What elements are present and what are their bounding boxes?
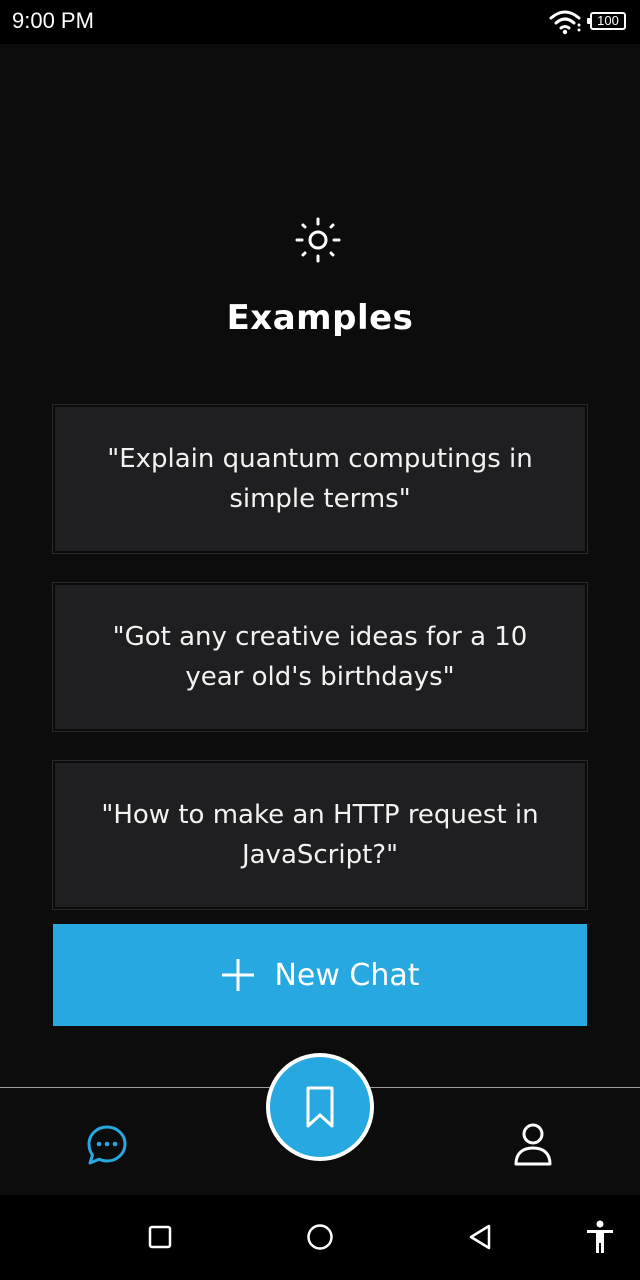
back-button[interactable] [458, 1215, 502, 1259]
sun-icon [295, 217, 341, 263]
example-text: "Got any creative ideas for a 10 year ol… [112, 622, 528, 692]
accessibility-button[interactable] [578, 1215, 622, 1259]
battery-icon: 100 [587, 12, 626, 30]
battery-level: 100 [597, 13, 619, 28]
example-card[interactable]: "Explain quantum computings in simple te… [52, 404, 588, 554]
system-nav-bar [0, 1195, 640, 1280]
chat-bubble-icon[interactable] [86, 1124, 128, 1166]
home-button[interactable] [298, 1215, 342, 1259]
recents-button[interactable] [138, 1215, 182, 1259]
status-bar: 9:00 PM 100 [0, 0, 640, 44]
status-time: 9:00 PM [12, 8, 94, 33]
new-chat-button[interactable]: New Chat [53, 924, 587, 1026]
bookmark-button[interactable] [266, 1053, 374, 1161]
back-icon [469, 1224, 491, 1250]
example-text: "Explain quantum computings in simple te… [107, 444, 533, 514]
accessibility-icon [587, 1220, 613, 1253]
bookmark-icon [306, 1086, 334, 1128]
home-icon [307, 1224, 333, 1250]
example-text: "How to make an HTTP request in JavaScri… [101, 800, 539, 870]
wifi-icon [549, 10, 581, 35]
user-icon[interactable] [512, 1122, 554, 1166]
examples-title: Examples [226, 298, 414, 338]
new-chat-label: New Chat [274, 957, 420, 993]
app-screen: 9:00 PM 100 Examples "Explain quantum co… [0, 0, 640, 1280]
recents-icon [148, 1225, 172, 1249]
plus-icon [222, 959, 255, 991]
example-card[interactable]: "Got any creative ideas for a 10 year ol… [52, 582, 588, 732]
example-card[interactable]: "How to make an HTTP request in JavaScri… [52, 760, 588, 910]
